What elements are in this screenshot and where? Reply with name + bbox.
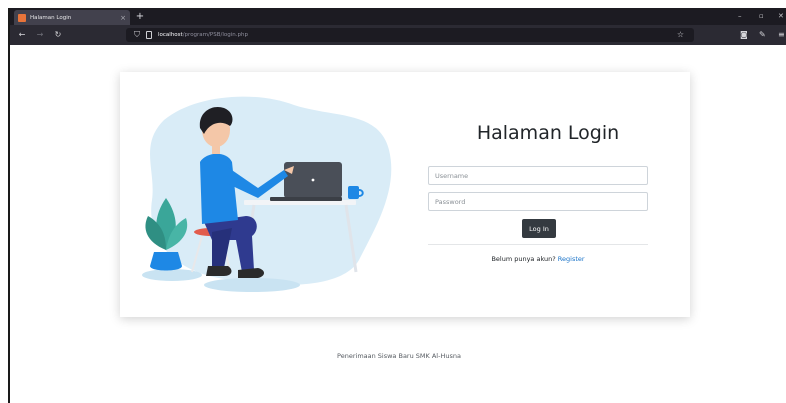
tab-bar: Halaman Login × + – ▫ ✕ (10, 8, 786, 25)
login-button[interactable]: Log In (522, 219, 556, 238)
divider (428, 244, 648, 245)
maximize-button[interactable]: ▫ (759, 11, 764, 21)
page-title: Halaman Login (476, 122, 620, 144)
login-card: Halaman Login Log In Belum punya akun? R… (120, 72, 690, 317)
page-icon[interactable] (146, 31, 152, 39)
tab-title: Halaman Login (30, 14, 72, 21)
reload-icon[interactable]: ↻ (52, 29, 64, 40)
minimize-button[interactable]: – (738, 11, 742, 21)
menu-icon[interactable]: ≡ (778, 29, 785, 40)
bookmark-star-icon[interactable]: ☆ (677, 30, 684, 40)
nav-bar: ← → ↻ ⛉ localhost/program/PSB/login.php … (10, 25, 786, 45)
favicon-icon (18, 13, 26, 22)
footer-text: Penerimaan Siswa Baru SMK Al-Husna (337, 352, 461, 360)
extensions-icon[interactable]: ✎ (759, 29, 766, 40)
password-input[interactable] (428, 192, 648, 211)
close-window-button[interactable]: ✕ (778, 11, 784, 21)
username-input[interactable] (428, 166, 648, 185)
back-arrow-icon[interactable]: ← (16, 29, 28, 40)
tab-close-icon[interactable]: × (118, 14, 128, 22)
register-prompt-text: Belum punya akun? (491, 255, 556, 263)
tab-login[interactable]: Halaman Login × (14, 10, 130, 25)
page-content: Halaman Login Log In Belum punya akun? R… (10, 45, 786, 403)
pocket-icon[interactable]: ◙ (740, 29, 748, 40)
browser-window: Halaman Login × + – ▫ ✕ ← → ↻ ⛉ localhos… (8, 8, 786, 403)
new-tab-button[interactable]: + (134, 10, 146, 23)
url-bar[interactable]: ⛉ localhost/program/PSB/login.php ☆ (126, 28, 694, 42)
forward-arrow-icon[interactable]: → (34, 29, 46, 40)
shield-icon[interactable]: ⛉ (134, 30, 140, 40)
person-laptop-illustration (142, 96, 392, 292)
register-prompt: Belum punya akun? Register (428, 255, 648, 263)
url-text[interactable]: localhost/program/PSB/login.php (158, 31, 248, 39)
url-host: localhost (158, 32, 183, 38)
register-link[interactable]: Register (558, 255, 585, 263)
url-path: /program/PSB/login.php (182, 32, 248, 38)
